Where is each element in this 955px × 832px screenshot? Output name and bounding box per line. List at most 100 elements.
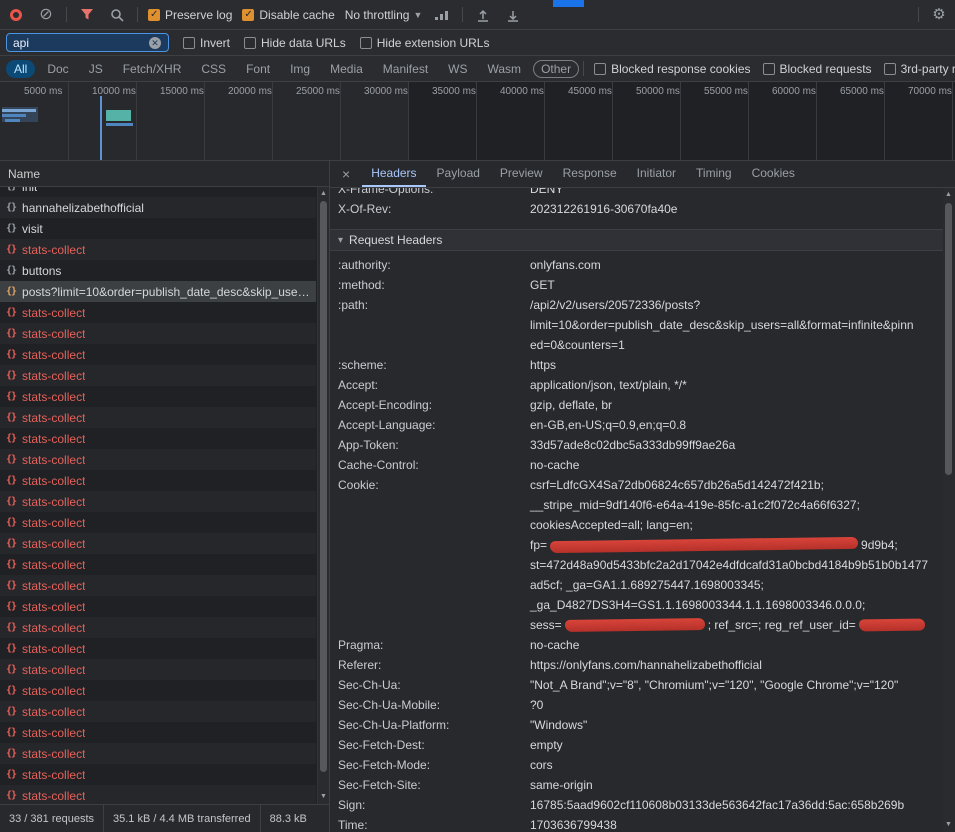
- header-value-line: DENY: [530, 188, 955, 199]
- filter-chip-ws[interactable]: WS: [440, 60, 475, 78]
- request-row[interactable]: {}hannahelizabethofficial: [0, 197, 316, 218]
- request-row[interactable]: {}stats-collect: [0, 659, 316, 680]
- request-row[interactable]: {}stats-collect: [0, 302, 316, 323]
- hide-data-urls-checkbox[interactable]: Hide data URLs: [244, 36, 346, 50]
- funnel-icon: [80, 8, 94, 21]
- tab-response[interactable]: Response: [554, 161, 626, 187]
- request-row[interactable]: {}init: [0, 187, 316, 197]
- file-type-icon: {}: [6, 643, 16, 654]
- blocked-requests-checkbox[interactable]: Blocked requests: [763, 62, 872, 76]
- requests-scrollbar: ▲ ▼: [317, 187, 329, 804]
- close-details-button[interactable]: ×: [332, 161, 360, 187]
- filter-chip-other[interactable]: Other: [533, 60, 579, 78]
- blocked-response-cookies-checkbox[interactable]: Blocked response cookies: [594, 62, 750, 76]
- scroll-up-arrow[interactable]: ▲: [318, 188, 329, 200]
- header-value-line: en-GB,en-US;q=0.9,en;q=0.8: [530, 415, 955, 435]
- request-row[interactable]: {}stats-collect: [0, 428, 316, 449]
- throttling-select[interactable]: No throttling ▼: [345, 8, 423, 22]
- file-type-icon: {}: [6, 286, 16, 297]
- request-name: stats-collect: [22, 495, 85, 509]
- scrollbar-thumb[interactable]: [945, 203, 952, 475]
- filter-chip-css[interactable]: CSS: [193, 60, 234, 78]
- request-row[interactable]: {}visit: [0, 218, 316, 239]
- request-row[interactable]: {}stats-collect: [0, 554, 316, 575]
- file-type-icon: {}: [6, 328, 16, 339]
- third-party-requests-checkbox[interactable]: 3rd-party requests: [884, 62, 955, 76]
- request-row[interactable]: {}posts?limit=10&order=publish_date_desc…: [0, 281, 316, 302]
- request-row[interactable]: {}stats-collect: [0, 407, 316, 428]
- request-row[interactable]: {}stats-collect: [0, 323, 316, 344]
- request-row[interactable]: {}stats-collect: [0, 449, 316, 470]
- search-button[interactable]: [107, 5, 127, 25]
- request-row[interactable]: {}stats-collect: [0, 239, 316, 260]
- request-row[interactable]: {}stats-collect: [0, 470, 316, 491]
- request-row[interactable]: {}stats-collect: [0, 743, 316, 764]
- timeline-overview[interactable]: 5000 ms10000 ms15000 ms20000 ms25000 ms3…: [0, 82, 955, 161]
- header-row: Cookie:csrf=LdfcGX4Sa72db06824c657db26a5…: [338, 475, 955, 635]
- request-row[interactable]: {}buttons: [0, 260, 316, 281]
- header-value: csrf=LdfcGX4Sa72db06824c657db26a5d142472…: [530, 475, 955, 635]
- filter-chip-js[interactable]: JS: [81, 60, 111, 78]
- record-button[interactable]: [6, 5, 26, 25]
- settings-button[interactable]: ⚙: [929, 5, 949, 25]
- scroll-up-arrow[interactable]: ▲: [943, 189, 954, 201]
- filter-chip-font[interactable]: Font: [238, 60, 278, 78]
- filter-chip-media[interactable]: Media: [322, 60, 371, 78]
- request-row[interactable]: {}stats-collect: [0, 596, 316, 617]
- file-type-icon: {}: [6, 307, 16, 318]
- filter-chip-wasm[interactable]: Wasm: [480, 60, 530, 78]
- import-har-button[interactable]: [473, 5, 493, 25]
- request-row[interactable]: {}stats-collect: [0, 638, 316, 659]
- filter-text-field[interactable]: [13, 36, 145, 50]
- name-column-header[interactable]: Name: [0, 161, 329, 187]
- request-row[interactable]: {}stats-collect: [0, 764, 316, 785]
- tab-cookies[interactable]: Cookies: [743, 161, 804, 187]
- filter-chip-doc[interactable]: Doc: [39, 60, 76, 78]
- filter-chip-img[interactable]: Img: [282, 60, 318, 78]
- header-value-line: limit=10&order=publish_date_desc&skip_us…: [530, 315, 955, 335]
- request-row[interactable]: {}stats-collect: [0, 386, 316, 407]
- filter-chip-fetch-xhr[interactable]: Fetch/XHR: [115, 60, 190, 78]
- disable-cache-checkbox[interactable]: Disable cache: [242, 8, 334, 22]
- tab-headers[interactable]: Headers: [362, 161, 425, 187]
- invert-checkbox[interactable]: Invert: [183, 36, 230, 50]
- scroll-down-arrow[interactable]: ▼: [318, 791, 329, 803]
- file-type-icon: {}: [6, 580, 16, 591]
- request-row[interactable]: {}stats-collect: [0, 533, 316, 554]
- tab-timing[interactable]: Timing: [687, 161, 741, 187]
- request-row[interactable]: {}stats-collect: [0, 617, 316, 638]
- request-row[interactable]: {}stats-collect: [0, 512, 316, 533]
- hide-extension-urls-checkbox[interactable]: Hide extension URLs: [360, 36, 490, 50]
- clear-network-log-button[interactable]: ⊘: [36, 5, 56, 25]
- tab-payload[interactable]: Payload: [428, 161, 489, 187]
- request-row[interactable]: {}stats-collect: [0, 701, 316, 722]
- tab-initiator[interactable]: Initiator: [628, 161, 685, 187]
- filter-toggle-button[interactable]: [77, 5, 97, 25]
- request-row[interactable]: {}stats-collect: [0, 575, 316, 596]
- request-headers-section[interactable]: ▾ Request Headers: [330, 229, 955, 251]
- request-row[interactable]: {}stats-collect: [0, 365, 316, 386]
- third-party-requests-label: 3rd-party requests: [901, 62, 955, 76]
- filter-chip-all[interactable]: All: [6, 60, 35, 78]
- scrollbar-thumb[interactable]: [320, 201, 327, 772]
- request-row[interactable]: {}stats-collect: [0, 722, 316, 743]
- scroll-down-arrow[interactable]: ▼: [943, 819, 954, 831]
- filter-input[interactable]: ✕: [6, 33, 169, 52]
- network-conditions-button[interactable]: [432, 5, 452, 25]
- request-row[interactable]: {}stats-collect: [0, 491, 316, 512]
- header-value-line: "Not_A Brand";v="8", "Chromium";v="120",…: [530, 675, 955, 695]
- request-name: stats-collect: [22, 390, 85, 404]
- tab-preview[interactable]: Preview: [491, 161, 552, 187]
- request-row[interactable]: {}stats-collect: [0, 680, 316, 701]
- request-row[interactable]: {}stats-collect: [0, 344, 316, 365]
- request-count: 33 / 381 requests: [0, 813, 103, 825]
- preserve-log-checkbox[interactable]: Preserve log: [148, 8, 232, 22]
- file-type-icon: {}: [6, 664, 16, 675]
- header-row: Accept-Encoding:gzip, deflate, br: [338, 395, 955, 415]
- request-row[interactable]: {}stats-collect: [0, 785, 316, 804]
- export-har-button[interactable]: [503, 5, 523, 25]
- checkbox-box: [763, 63, 775, 75]
- filter-chip-manifest[interactable]: Manifest: [375, 60, 436, 78]
- timeline-tick-label: 65000 ms: [840, 86, 884, 97]
- clear-filter-icon[interactable]: ✕: [149, 37, 161, 49]
